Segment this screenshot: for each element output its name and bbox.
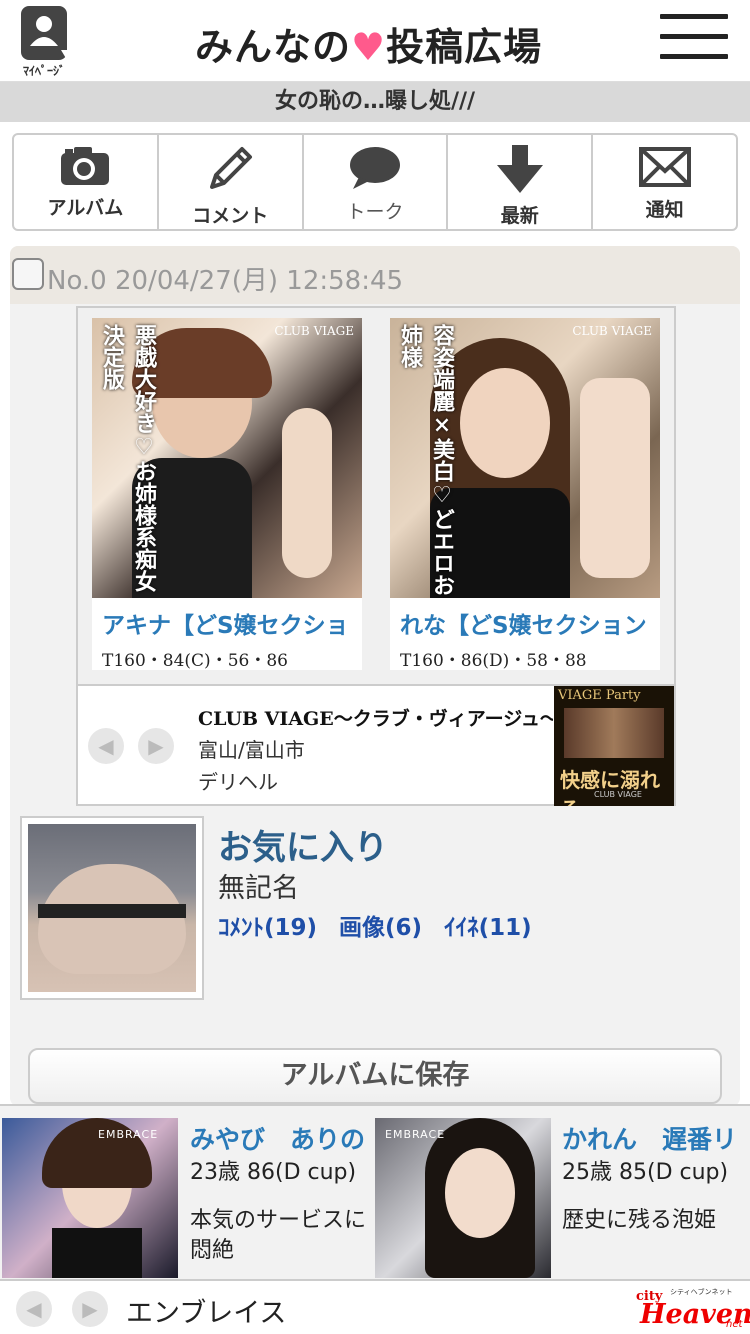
board-title: 女の恥の…曝し処///: [0, 82, 750, 122]
mypage-label: ﾏｲﾍﾟｰｼﾞ: [22, 64, 65, 78]
club-info[interactable]: ◀ ▶ CLUB VIAGE～クラブ・ヴィアージュ～ 富山/富山市 デリヘル V…: [78, 684, 674, 806]
ad-girl-catch: 容姿端麗×美白♡どエロお姉様: [397, 324, 455, 596]
nav-notice-label: 通知: [645, 199, 684, 221]
post-author: 無記名: [218, 873, 299, 904]
ad-girl-name: アキナ【どS嬢セクショ: [102, 613, 349, 639]
banner-sub: 快感に溺れる: [560, 768, 660, 806]
save-to-album-button[interactable]: アルバムに保存: [28, 1048, 722, 1104]
envelope-icon: [638, 147, 691, 187]
site-logo[interactable]: みんなの♥投稿広場: [195, 16, 555, 69]
hamburger-menu-icon[interactable]: [660, 14, 728, 64]
heart-icon: ♥: [351, 25, 387, 69]
nav-album-button[interactable]: アルバム: [14, 135, 159, 229]
ad-girl-brand: CLUB VIAGE: [274, 324, 354, 338]
nav-talk-button[interactable]: トーク: [304, 135, 449, 229]
nav-notice-button[interactable]: 通知: [593, 135, 736, 229]
bottom-girl-name[interactable]: かれん 遅番リ: [562, 1120, 746, 1156]
post-favorite-title: お気に入り: [218, 828, 388, 868]
bottom-brand: EMBRACE: [385, 1128, 446, 1141]
ad-girl-card[interactable]: 容姿端麗×美白♡どエロお姉様 CLUB VIAGE れな【どS嬢セクション T1…: [390, 318, 660, 671]
bottom-shop-bar: ◀ ▶ エンブレイス city シティヘブンネット Heaven net: [0, 1279, 750, 1334]
ad-girl-spec: T160・84(C)・56・86: [102, 651, 288, 671]
nav-album-label: アルバム: [47, 197, 124, 219]
next-arrow-icon[interactable]: ▶: [138, 728, 174, 764]
heaven-net: net: [726, 1319, 743, 1330]
bottom-girl-name[interactable]: みやび ありの: [190, 1120, 374, 1156]
nav-latest-label: 最新: [500, 205, 539, 227]
bottom-ad: EMBRACE みやび ありの 23歳 86(D cup) 本気のサービスに悶絶…: [0, 1104, 750, 1279]
bottom-brand: EMBRACE: [98, 1128, 159, 1141]
club-type: デリヘル: [198, 770, 278, 794]
heaven-logo[interactable]: city シティヘブンネット Heaven net: [636, 1285, 750, 1333]
nav-talk-label: トーク: [346, 201, 404, 223]
image-count-link[interactable]: 画像(6): [339, 915, 422, 941]
ad-girl-photo: 容姿端麗×美白♡どエロお姉様 CLUB VIAGE: [390, 318, 660, 598]
prev-arrow-icon[interactable]: ◀: [88, 728, 124, 764]
bottom-girl-photo[interactable]: EMBRACE: [2, 1118, 178, 1278]
bottom-girl-desc: 本気のサービスに悶絶: [190, 1208, 367, 1263]
logo-text-1: みんなの: [195, 25, 352, 69]
bottom-girl-spec: 23歳 86(D cup): [190, 1160, 357, 1185]
user-icon: [21, 6, 67, 60]
bottom-girl-photo[interactable]: EMBRACE: [375, 1118, 551, 1278]
nav-comment-button[interactable]: コメント: [159, 135, 304, 229]
post-links: ｺﾒﾝﾄ(19) 画像(6) ｲｲﾈ(11): [218, 908, 554, 942]
next-arrow-icon[interactable]: ▶: [72, 1291, 108, 1327]
club-banner[interactable]: VIAGE Party 快感に溺れる CLUB VIAGE: [554, 686, 674, 806]
mypage-button[interactable]: ﾏｲﾍﾟｰｼﾞ: [18, 6, 70, 78]
banner-title: VIAGE Party: [558, 688, 641, 703]
ad-girls-panel: 悪戯大好き♡お姉様系痴女決定版 CLUB VIAGE アキナ【どS嬢セクショ T…: [78, 308, 674, 684]
banner-foot: CLUB VIAGE: [594, 790, 642, 799]
bottom-girl-desc: 歴史に残る泡姫: [562, 1208, 717, 1233]
club-name: CLUB VIAGE～クラブ・ヴィアージュ～: [198, 708, 553, 730]
ad-girl-photo: 悪戯大好き♡お姉様系痴女決定版 CLUB VIAGE: [92, 318, 362, 598]
club-area: 富山/富山市: [198, 738, 305, 762]
post-number-date: No.0 20/04/27(月) 12:58:45: [47, 266, 404, 296]
board-nav: アルバム コメント トーク 最新 通知: [12, 133, 738, 231]
heaven-tag: シティヘブンネット: [670, 1288, 733, 1296]
nav-comment-label: コメント: [192, 205, 269, 227]
post-image: [28, 824, 196, 992]
nav-latest-button[interactable]: 最新: [448, 135, 594, 229]
bottom-girl-spec: 25歳 85(D cup): [562, 1160, 729, 1185]
ad-girl-card[interactable]: 悪戯大好き♡お姉様系痴女決定版 CLUB VIAGE アキナ【どS嬢セクショ T…: [92, 318, 362, 671]
prev-arrow-icon[interactable]: ◀: [16, 1291, 52, 1327]
speech-bubble-icon: [349, 147, 400, 189]
header: ﾏｲﾍﾟｰｼﾞ みんなの♥投稿広場: [0, 0, 750, 82]
post-thumbnail[interactable]: [20, 816, 204, 1000]
ad-girl-catch: 悪戯大好き♡お姉様系痴女決定版: [99, 324, 157, 592]
bottom-shop-name[interactable]: エンブレイス: [126, 1291, 286, 1330]
comment-count-link[interactable]: ｺﾒﾝﾄ(19): [218, 915, 317, 941]
pencil-icon: [210, 147, 253, 189]
ad-girl-spec: T160・86(D)・58・88: [400, 651, 587, 671]
ad-girl-brand: CLUB VIAGE: [572, 324, 652, 338]
logo-text-2: 投稿広場: [386, 25, 543, 69]
post-checkbox[interactable]: [12, 258, 44, 290]
ad-girl-name: れな【どS嬢セクション: [400, 613, 647, 639]
post-header: No.0 20/04/27(月) 12:58:45: [10, 246, 740, 304]
camera-icon: [61, 147, 110, 185]
like-count-link[interactable]: ｲｲﾈ(11): [444, 915, 532, 941]
down-arrow-icon: [496, 145, 543, 193]
ad-box: 悪戯大好き♡お姉様系痴女決定版 CLUB VIAGE アキナ【どS嬢セクショ T…: [76, 306, 676, 806]
post-card: No.0 20/04/27(月) 12:58:45 悪戯大好き♡お姉様系痴女決定…: [10, 246, 740, 1106]
